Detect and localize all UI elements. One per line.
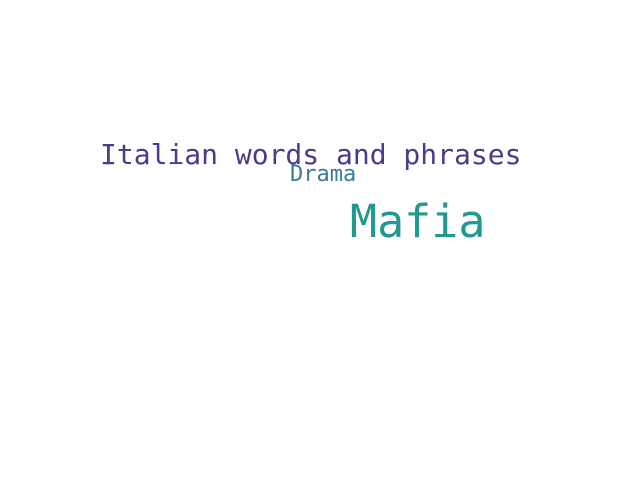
- word-drama: Drama: [290, 162, 357, 187]
- word-mafia: Mafia: [350, 195, 486, 248]
- word-cloud: Italian words and phrases Drama Mafia: [0, 0, 640, 480]
